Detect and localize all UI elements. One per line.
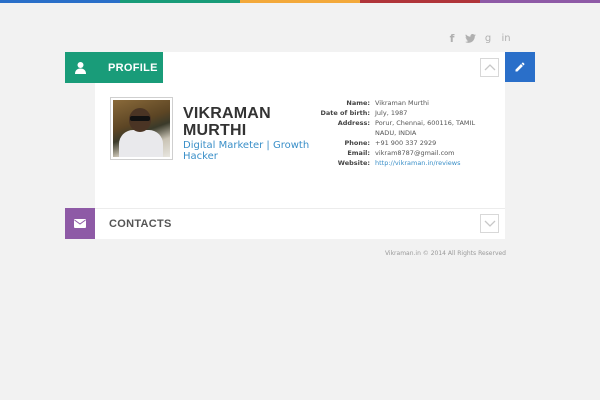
expand-contacts-button[interactable] [480,214,499,233]
detail-value: Porur, Chennai, 600116, TAMIL NADU, INDI… [375,119,476,137]
detail-row-website: Website: http://vikraman.in/reviews [320,158,490,168]
color-strip-blue [0,0,120,3]
detail-row-dob: Date of birth: July, 1987 [320,108,490,118]
detail-value: vikram8787@gmail.com [375,149,455,157]
top-color-bar [0,0,600,3]
website-link[interactable]: http://vikraman.in/reviews [375,159,460,167]
color-strip-red [360,0,480,3]
linkedin-icon[interactable]: in [497,31,515,45]
chevron-up-icon [484,64,495,71]
color-strip-orange [240,0,360,3]
tab-profile[interactable]: PROFILE [65,52,163,83]
googleplus-icon[interactable]: g [479,31,497,45]
detail-key: Date of birth: [320,109,370,117]
detail-value: +91 900 337 2929 [375,139,437,147]
twitter-icon[interactable] [461,31,479,45]
contacts-tab-label: CONTACTS [109,217,172,230]
detail-key: Name: [346,99,370,107]
profile-tab-label: PROFILE [108,61,158,74]
detail-row-name: Name: Vikraman Murthi [320,98,490,108]
color-strip-purple [480,0,600,3]
envelope-icon [65,208,95,239]
social-links: f g in [443,31,515,45]
detail-row-email: Email: vikram8787@gmail.com [320,148,490,158]
user-icon [65,52,95,83]
footer-copyright: Vikraman.in © 2014 All Rights Reserved [384,250,506,257]
detail-row-phone: Phone: +91 900 337 2929 [320,138,490,148]
edit-button[interactable] [505,52,535,82]
profile-photo [113,100,170,157]
detail-key: Website: [337,159,370,167]
facebook-icon[interactable]: f [443,31,461,45]
detail-row-address: Address: Porur, Chennai, 600116, TAMIL N… [320,118,490,138]
avatar [110,97,173,160]
profile-role: Digital Marketer | Growth Hacker [183,140,310,162]
detail-key: Phone: [344,139,371,147]
pencil-icon [515,62,525,72]
collapse-profile-button[interactable] [480,58,499,77]
detail-value: Vikraman Murthi [375,99,429,107]
detail-value: July, 1987 [375,109,408,117]
detail-key: Email: [347,149,370,157]
profile-name: VIKRAMAN MURTHI [183,105,271,139]
profile-details: Name: Vikraman Murthi Date of birth: Jul… [320,98,490,168]
chevron-down-icon [484,220,495,227]
color-strip-green [120,0,240,3]
detail-key: Address: [337,119,370,127]
tab-contacts[interactable]: CONTACTS [65,208,172,239]
